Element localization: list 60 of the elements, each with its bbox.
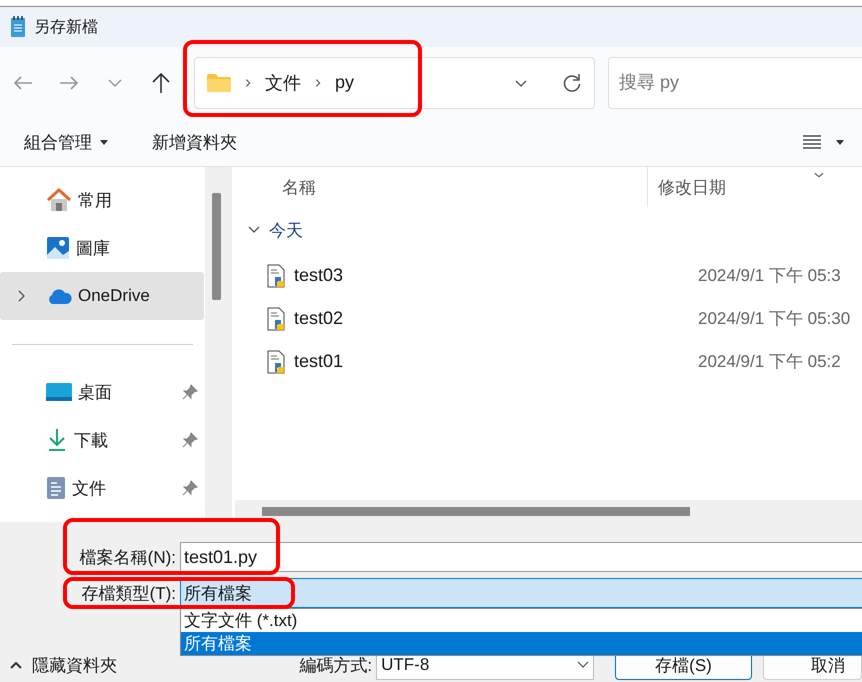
new-folder-button[interactable]: 新增資料夾 [152,124,237,160]
sidebar-item[interactable]: 下載 [0,416,204,464]
download-icon [46,428,68,452]
column-header[interactable]: 名稱 [282,176,647,198]
group-header[interactable]: 今天 [235,207,862,254]
refresh-icon[interactable] [562,72,582,92]
pin-icon[interactable] [182,480,198,496]
cloud-icon [46,287,72,305]
back-arrow-icon [13,74,33,90]
document-icon [46,476,66,500]
chevron-down-icon [577,661,590,669]
notepad-icon [10,16,26,38]
python-file-icon [267,264,287,288]
dropdown-option[interactable]: 文字文件 (*.txt) [181,609,862,632]
sidebar-item[interactable]: 桌面 [0,368,204,416]
sidebar-item[interactable]: 常用 [0,176,204,224]
sidebar-item[interactable]: 圖庫 [0,224,204,272]
gallery-icon [46,236,70,260]
sidebar-item[interactable]: OneDrive [0,272,204,320]
organize-button[interactable]: 組合管理 [24,124,108,160]
file-name: test03 [294,265,344,286]
chevron-up-icon [10,661,22,669]
filename-field[interactable]: test01.py [180,542,862,572]
file-row[interactable]: test01 2024/9/1 下午 05:2 [235,340,862,383]
breadcrumb-item[interactable]: py [335,72,354,93]
caret-icon [836,140,844,144]
search-field[interactable]: 搜尋 py [608,56,862,108]
breadcrumb-item[interactable]: 文件 [265,70,301,94]
filename-label: 檔案名稱(N): [78,546,177,568]
list-view-icon [802,134,822,150]
address-bar[interactable]: 文件 py [194,56,595,108]
file-row[interactable]: test03 2024/9/1 下午 05:3 [235,254,862,297]
sidebar-item[interactable]: 文件 [0,464,204,512]
horizontal-scrollbar[interactable] [235,500,862,522]
chevron-down-icon [108,78,122,88]
caret-icon [100,140,108,144]
forward-arrow-icon [59,74,79,90]
file-row[interactable]: test02 2024/9/1 下午 05:30 [235,297,862,340]
python-file-icon [267,350,287,374]
home-icon [46,188,72,212]
folder-icon [207,74,231,92]
file-type-label: 存檔類型(T): [80,582,177,604]
chevron-icon [313,76,323,88]
window-title: 另存新檔 [34,18,98,38]
pin-icon[interactable] [182,384,198,400]
desktop-icon [46,382,72,402]
modified-date: 2024/9/1 下午 05:2 [698,351,841,373]
up-arrow-icon [152,72,170,94]
modified-date: 2024/9/1 下午 05:30 [698,308,850,330]
hide-folders-button[interactable]: 隱藏資料夾 [10,654,290,676]
chevron-icon [243,76,253,88]
sort-caret-icon [812,170,826,180]
pin-icon[interactable] [182,432,198,448]
python-file-icon [267,306,287,330]
dropdown-option[interactable]: 所有檔案 [181,632,862,655]
column-header[interactable]: 修改日期 [658,176,726,198]
modified-date: 2024/9/1 下午 05:3 [698,265,841,287]
file-name: test01 [294,351,344,372]
encoding-label: 編碼方式: [298,654,372,676]
file-name: test02 [294,308,344,329]
